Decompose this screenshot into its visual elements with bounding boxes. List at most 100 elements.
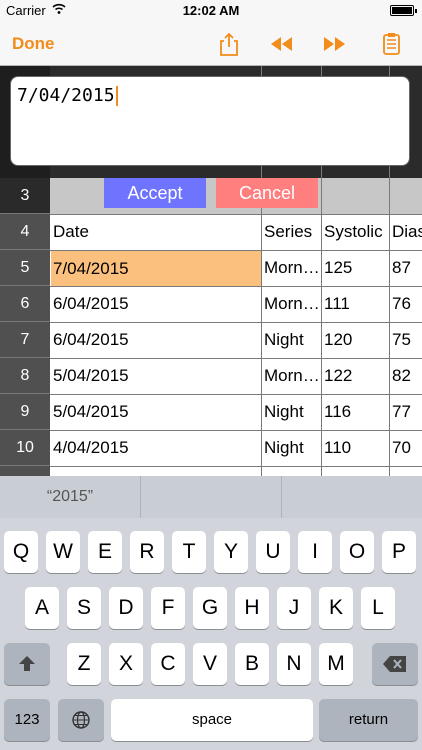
grid-line	[50, 394, 422, 395]
key-q[interactable]: Q	[4, 531, 38, 573]
row-header-10[interactable]: 10	[0, 430, 50, 466]
globe-icon	[72, 711, 90, 729]
table-cell[interactable]: Night	[262, 322, 321, 358]
table-cell[interactable]: 116	[322, 394, 389, 430]
grid-line	[50, 466, 422, 467]
grid-line	[50, 358, 422, 359]
table-cell[interactable]: 5/04/2015	[51, 358, 261, 394]
table-cell[interactable]: Morning	[262, 358, 321, 394]
key-y[interactable]: Y	[214, 531, 248, 573]
key-t[interactable]: T	[172, 531, 206, 573]
space-key[interactable]: space	[111, 699, 313, 741]
key-r[interactable]: R	[130, 531, 164, 573]
table-cell[interactable]: Night	[262, 394, 321, 430]
notes-icon[interactable]	[378, 31, 404, 57]
grid-line	[50, 214, 422, 215]
suggestion-divider	[140, 476, 141, 518]
numbers-key[interactable]: 123	[4, 699, 50, 741]
table-cell[interactable]: 75	[390, 322, 422, 358]
table-cell[interactable]: 6/04/2015	[51, 286, 261, 322]
cancel-button[interactable]: Cancel	[216, 178, 318, 208]
grid-line	[50, 430, 422, 431]
table-cell[interactable]: 82	[390, 358, 422, 394]
suggestion-bar: “2015”	[0, 476, 422, 518]
key-d[interactable]: D	[109, 587, 143, 629]
shift-key[interactable]	[4, 643, 50, 685]
header-cell-series[interactable]: Series	[262, 214, 321, 250]
key-s[interactable]: S	[67, 587, 101, 629]
key-h[interactable]: H	[235, 587, 269, 629]
header-cell-systolic[interactable]: Systolic	[322, 214, 389, 250]
key-c[interactable]: C	[151, 643, 185, 685]
done-button[interactable]: Done	[12, 34, 55, 54]
return-key[interactable]: return	[319, 699, 418, 741]
table-cell[interactable]: 76	[390, 286, 422, 322]
key-l[interactable]: L	[361, 587, 395, 629]
row-header-7[interactable]: 7	[0, 322, 50, 358]
key-b[interactable]: B	[235, 643, 269, 685]
key-p[interactable]: P	[382, 531, 416, 573]
keyboard: “2015” Q W E R T Y U I O P A S D F G H J…	[0, 476, 422, 750]
fast-forward-icon[interactable]	[322, 31, 348, 57]
row-header-5[interactable]: 5	[0, 250, 50, 286]
table-cell[interactable]: Night	[262, 430, 321, 466]
key-n[interactable]: N	[277, 643, 311, 685]
table-cell[interactable]: 110	[322, 430, 389, 466]
row-header-11[interactable]	[0, 466, 50, 476]
table-cell[interactable]: 4/04/2015	[51, 430, 261, 466]
table-cell[interactable]: Morning	[262, 250, 321, 286]
row-header-4[interactable]: 4	[0, 214, 50, 250]
key-x[interactable]: X	[109, 643, 143, 685]
table-cell[interactable]: 87	[390, 250, 422, 286]
key-g[interactable]: G	[193, 587, 227, 629]
spreadsheet-grid: 3 4 5 6 7 8 9 10 7/04/2015 Date Series S…	[0, 66, 422, 476]
toolbar: Done	[0, 22, 422, 66]
backspace-icon	[383, 656, 406, 672]
battery-icon	[390, 5, 417, 16]
row-header-6[interactable]: 6	[0, 286, 50, 322]
cell-editor-input[interactable]: 7/04/2015	[17, 85, 118, 106]
header-cell-diastolic[interactable]: Diastolic	[390, 214, 422, 250]
backspace-key[interactable]	[372, 643, 418, 685]
key-v[interactable]: V	[193, 643, 227, 685]
key-m[interactable]: M	[319, 643, 353, 685]
grid-line	[50, 286, 422, 287]
shift-icon	[19, 656, 35, 671]
key-o[interactable]: O	[340, 531, 374, 573]
accept-button[interactable]: Accept	[104, 178, 206, 208]
key-f[interactable]: F	[151, 587, 185, 629]
suggestion-item[interactable]: “2015”	[0, 476, 140, 518]
table-cell[interactable]: 5/04/2015	[51, 394, 261, 430]
table-cell[interactable]: 120	[322, 322, 389, 358]
table-cell[interactable]: 70	[390, 430, 422, 466]
rewind-icon[interactable]	[268, 31, 294, 57]
key-j[interactable]: J	[277, 587, 311, 629]
key-w[interactable]: W	[46, 531, 80, 573]
row-header-3[interactable]: 3	[0, 178, 50, 214]
key-e[interactable]: E	[88, 531, 122, 573]
share-icon[interactable]	[216, 31, 242, 57]
table-cell[interactable]: 6/04/2015	[51, 322, 261, 358]
header-cell-date[interactable]: Date	[51, 214, 261, 250]
grid-line	[50, 322, 422, 323]
row-header-9[interactable]: 9	[0, 394, 50, 430]
grid-line	[50, 250, 422, 251]
table-cell[interactable]: 122	[322, 358, 389, 394]
key-a[interactable]: A	[25, 587, 59, 629]
key-z[interactable]: Z	[67, 643, 101, 685]
globe-key[interactable]	[58, 699, 104, 741]
cell-editor-popup: 7/04/2015	[10, 76, 410, 166]
clock: 12:02 AM	[182, 3, 240, 18]
table-cell[interactable]: 77	[390, 394, 422, 430]
table-cell[interactable]: 125	[322, 250, 389, 286]
key-i[interactable]: I	[298, 531, 332, 573]
row-header-8[interactable]: 8	[0, 358, 50, 394]
text-caret	[115, 86, 118, 106]
key-u[interactable]: U	[256, 531, 290, 573]
table-cell[interactable]: Morning	[262, 286, 321, 322]
key-k[interactable]: K	[319, 587, 353, 629]
selected-cell[interactable]: 7/04/2015	[51, 251, 261, 286]
status-bar: Carrier 12:02 AM	[0, 0, 422, 22]
suggestion-divider	[281, 476, 282, 518]
table-cell[interactable]: 111	[322, 286, 389, 322]
